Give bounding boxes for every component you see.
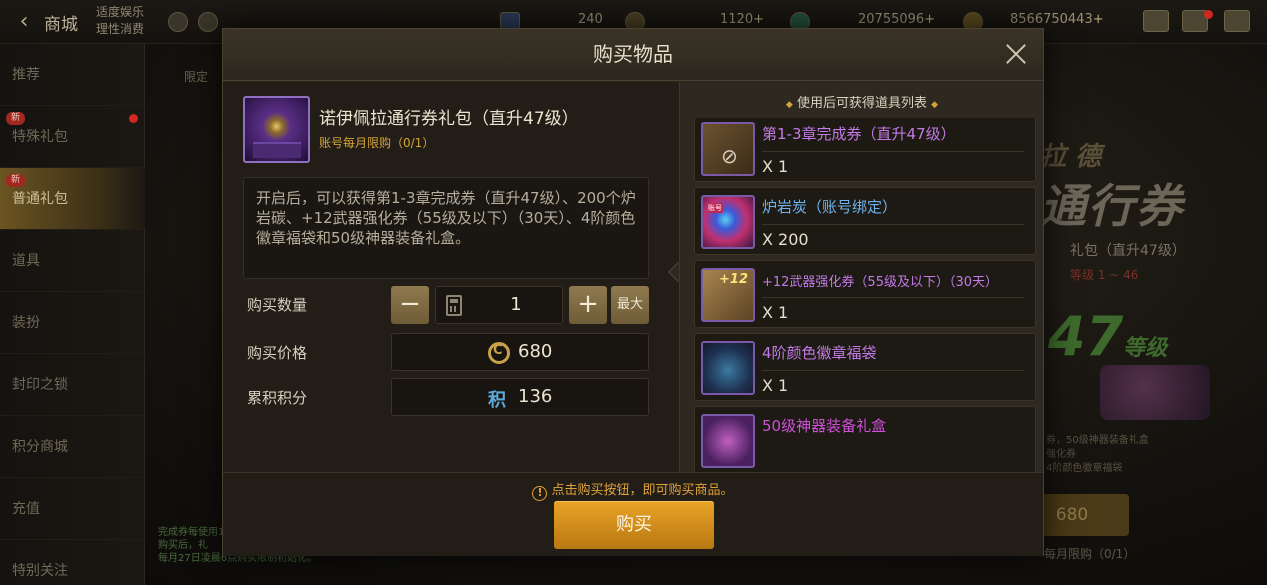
price-label: 购买价格: [247, 344, 308, 362]
sidebar-item-favorites[interactable]: 特别关注: [0, 540, 145, 585]
reward-qty: X 1: [762, 376, 789, 395]
quantity-input[interactable]: 1: [435, 286, 563, 324]
sidebar-item-costumes[interactable]: 装扮: [0, 292, 145, 354]
points-label: 累积积分: [247, 389, 308, 407]
add-currency-button[interactable]: +: [924, 12, 935, 27]
info-icon[interactable]: [168, 12, 188, 32]
reward-item[interactable]: 第1-3章完成券（直升47级） X 1: [694, 118, 1036, 182]
reward-qty: X 200: [762, 230, 809, 249]
add-currency-button[interactable]: +: [1093, 12, 1104, 27]
add-currency-button[interactable]: +: [753, 12, 764, 27]
reward-list-title: ◆ 使用后可获得道具列表 ◆: [785, 96, 939, 111]
settings-icon[interactable]: [198, 12, 218, 32]
banner-title-small: 拉 德: [1040, 142, 1102, 172]
max-quantity-button[interactable]: 最大: [611, 286, 649, 324]
new-badge: 新: [6, 174, 26, 187]
pass-banner: 拉 德 通行券 礼包（直升47级） 等级 1 ~ 46 47等级: [1040, 130, 1240, 430]
purchase-dialog: 购买物品 诺伊佩拉通行券礼包（直升47级） 账号每月限购（0/1） 开启后，可以…: [222, 28, 1044, 556]
sidebar-item-normal-packs[interactable]: 新 普通礼包: [0, 168, 145, 230]
currency-value: 8566750443+: [1010, 12, 1104, 27]
coin-icon: [488, 342, 510, 364]
points-value: 136: [518, 386, 553, 407]
item-name: 诺伊佩拉通行券礼包（直升47级）: [319, 109, 579, 129]
divider: [762, 297, 1024, 298]
ticket-icon: [701, 122, 755, 176]
coal-icon: [701, 195, 755, 249]
item-detail-pane: 诺伊佩拉通行券礼包（直升47级） 账号每月限购（0/1） 开启后，可以获得第1-…: [223, 82, 679, 472]
increase-quantity-button[interactable]: +: [569, 286, 607, 324]
points-box: 积 136: [391, 378, 649, 416]
category-sidebar: 推荐 新 特殊礼包 新 普通礼包 道具 装扮 封印之锁 积分商城 充值 特别关注: [0, 44, 145, 585]
item-description-box: 开启后，可以获得第1-3章完成券（直升47级）、200个炉岩碳、+12武器强化券…: [243, 177, 649, 279]
cart-icon[interactable]: [1143, 10, 1169, 32]
sidebar-item-recommend[interactable]: 推荐: [0, 44, 145, 106]
shop-title: 商城: [44, 15, 78, 35]
shop-screen: ‹ 商城 适度娱乐 理性消费 240 1120+ 20755096+ 85667…: [0, 0, 1267, 585]
divider: [762, 370, 1024, 371]
reward-qty: X 1: [762, 303, 789, 322]
points-icon: 积: [488, 390, 506, 411]
currency-value: 240: [578, 12, 603, 27]
scroll-icon: [701, 268, 755, 322]
warning-icon: !: [532, 486, 548, 501]
currency-value: 1120+: [720, 12, 764, 27]
buy-button[interactable]: 购买: [554, 501, 714, 549]
decrease-quantity-button[interactable]: −: [391, 286, 429, 324]
banner-description: 券，50级神器装备礼盒 强化券 4阶颜色徽章福袋: [1046, 435, 1149, 474]
gift-box-icon: [701, 414, 755, 468]
dialog-footer: ! 点击购买按钮，即可购买商品。 购买: [223, 472, 1043, 556]
close-icon[interactable]: [1001, 39, 1031, 69]
back-arrow-icon[interactable]: ‹: [10, 8, 38, 36]
banner-level: 47等级: [1048, 305, 1168, 368]
reward-qty: X 1: [762, 157, 789, 176]
item-description: 开启后，可以获得第1-3章完成券（直升47级）、200个炉岩碳、+12武器强化券…: [256, 189, 636, 247]
chat-icon[interactable]: [1224, 10, 1250, 32]
banner-subtitle: 礼包（直升47级）: [1070, 243, 1186, 259]
banner-level-range: 等级 1 ~ 46: [1070, 268, 1139, 282]
banner-title: 通行券: [1040, 179, 1184, 233]
quantity-label: 购买数量: [247, 296, 308, 314]
notification-dot: [129, 114, 138, 123]
diamond-icon: ◆: [931, 100, 939, 110]
reward-name: +12武器强化券（55级及以下）（30天）: [762, 275, 999, 290]
calculator-icon[interactable]: [446, 295, 462, 316]
reward-name: 50级神器装备礼盒: [762, 417, 887, 435]
health-notice: 适度娱乐 理性消费: [96, 5, 145, 36]
reward-item[interactable]: 炉岩炭（账号绑定） X 200: [694, 187, 1036, 255]
purchase-tip: ! 点击购买按钮，即可购买商品。: [223, 479, 1043, 501]
sidebar-item-seal-lock[interactable]: 封印之锁: [0, 354, 145, 416]
price-box: 680: [391, 333, 649, 371]
dialog-header: 购买物品: [223, 29, 1043, 81]
reward-name: 炉岩炭（账号绑定）: [762, 198, 898, 216]
reward-name: 第1-3章完成券（直升47级）: [762, 125, 956, 143]
sidebar-item-items[interactable]: 道具: [0, 230, 145, 292]
item-purchase-limit: 账号每月限购（0/1）: [319, 136, 435, 150]
reward-list-pane: ◆ 使用后可获得道具列表 ◆ 第1-3章完成券（直升47级） X 1 炉岩炭（账…: [679, 82, 1043, 472]
currency-value: 20755096+: [858, 12, 936, 27]
notification-dot: [1204, 10, 1213, 19]
reward-item[interactable]: 50级神器装备礼盒: [694, 406, 1036, 472]
quantity-value[interactable]: 1: [476, 287, 556, 323]
reward-item[interactable]: 4阶颜色徽章福袋 X 1: [694, 333, 1036, 401]
divider: [762, 224, 1024, 225]
divider: [762, 151, 1024, 152]
reward-item[interactable]: +12武器强化券（55级及以下）（30天） X 1: [694, 260, 1036, 328]
badge-bag-icon: [701, 341, 755, 395]
price-value: 680: [518, 341, 553, 362]
sidebar-item-points-shop[interactable]: 积分商城: [0, 416, 145, 478]
gift-pack-icon: [243, 96, 310, 163]
sidebar-item-special-packs[interactable]: 新 特殊礼包: [0, 106, 145, 168]
sidebar-item-recharge[interactable]: 充值: [0, 478, 145, 540]
reward-list[interactable]: 第1-3章完成券（直升47级） X 1 炉岩炭（账号绑定） X 200 +12武…: [694, 118, 1036, 472]
banner-limit: 每月限购（0/1）: [1044, 547, 1136, 561]
reward-name: 4阶颜色徽章福袋: [762, 344, 877, 362]
new-badge: 新: [6, 112, 26, 125]
dialog-title: 购买物品: [593, 42, 673, 66]
diamond-icon: ◆: [785, 100, 793, 110]
treasure-chest-icon: [1100, 365, 1210, 420]
